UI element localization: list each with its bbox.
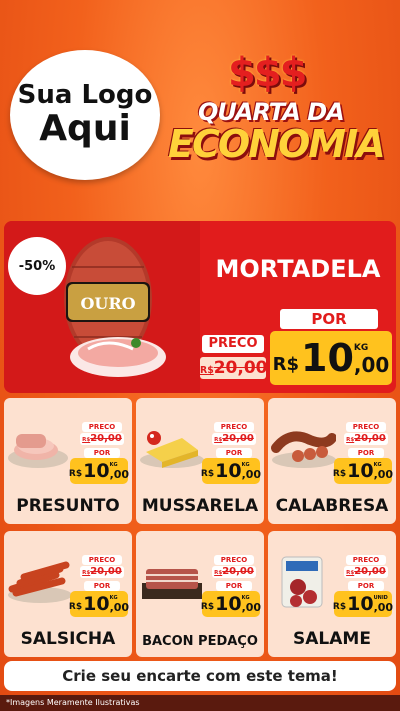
featured-product-card[interactable]: OURO -50% MORTADELA PRECO R$20,00 POR R$…	[4, 221, 396, 393]
old-price: R$20,00	[212, 433, 256, 445]
currency-symbol: R$	[332, 602, 347, 612]
product-name: SALAME	[293, 629, 371, 649]
price-decimal: ,00	[109, 601, 130, 614]
por-label: POR	[84, 581, 120, 591]
preco-label: PRECO	[82, 555, 122, 565]
featured-product-name: MORTADELA	[215, 255, 381, 283]
cta-banner[interactable]: Crie seu encarte com este tema!	[4, 661, 396, 691]
por-label: POR	[216, 581, 252, 591]
salami-icon	[281, 556, 323, 608]
price-decimal: ,00	[241, 601, 262, 614]
currency-symbol: R$	[68, 602, 83, 612]
price-decimal: ,00	[241, 468, 262, 481]
price-decimal: ,00	[373, 601, 394, 614]
logo-text-line2: Aqui	[39, 107, 131, 149]
product-name: SALSICHA	[20, 629, 116, 649]
price-decimal: ,00	[373, 468, 394, 481]
new-price-tag: R$ 10 KG ,00	[68, 591, 130, 617]
product-card[interactable]: PRECO R$20,00 POR R$ 10 KG ,00 SALSICHA	[4, 531, 132, 657]
bacon-icon	[142, 569, 202, 599]
new-price-tag: R$ 10 KG ,00	[332, 458, 394, 484]
price-integer: 10	[83, 593, 110, 615]
product-card[interactable]: PRECO R$20,00 POR R$ 10 KG ,00 CALABRESA	[268, 398, 396, 524]
dollar-signs: $$$	[228, 50, 307, 96]
logo-placeholder: Sua Logo Aqui	[10, 50, 160, 180]
currency-symbol: R$	[68, 469, 83, 479]
price-decimal: ,00	[353, 353, 390, 377]
new-price-tag: R$ 10 KG ,00	[200, 591, 262, 617]
brand-label: OURO	[80, 294, 135, 313]
por-label: POR	[216, 448, 252, 458]
old-price: R$20,00	[80, 566, 124, 578]
logo-text-line1: Sua Logo	[17, 80, 153, 111]
mortadela-icon: OURO	[64, 237, 166, 377]
product-card[interactable]: PRECO R$20,00 POR R$ 10 KG ,00 MUSSARELA	[136, 398, 264, 524]
preco-label: PRECO	[202, 335, 264, 353]
price-decimal: ,00	[109, 468, 130, 481]
ham-slices-icon	[8, 434, 68, 468]
product-card[interactable]: PRECO R$20,00 POR R$ 10 KG ,00 PRESUNTO	[4, 398, 132, 524]
product-card[interactable]: PRECO R$20,00 POR R$ 10 KG ,00 BACON PED…	[136, 531, 264, 657]
old-price: R$20,00	[344, 566, 388, 578]
currency-symbol: R$	[332, 469, 347, 479]
price-integer: 10	[347, 593, 374, 615]
price-integer: 10	[347, 460, 374, 482]
por-label: POR	[84, 448, 120, 458]
por-label: POR	[348, 448, 384, 458]
product-name: MUSSARELA	[141, 496, 259, 516]
product-name: BACON PEDAÇO	[142, 634, 258, 649]
cheese-icon	[140, 431, 204, 468]
promo-title: $$$ QUARTA DA ECONOMIA	[168, 40, 396, 190]
hotdog-icon	[8, 561, 72, 603]
new-price-tag: R$ 10 KG ,00	[270, 331, 392, 385]
por-label: POR	[348, 581, 384, 591]
price-integer: 10	[83, 460, 110, 482]
product-name: PRESUNTO	[16, 496, 120, 516]
preco-label: PRECO	[214, 422, 254, 432]
preco-label: PRECO	[214, 555, 254, 565]
currency-symbol: R$	[200, 602, 215, 612]
disclaimer: *Imagens Meramente Ilustrativas	[0, 695, 400, 711]
product-card[interactable]: PRECO R$20,00 POR R$ 10 UNID ,00 SALAME	[268, 531, 396, 657]
old-price: R$20,00	[80, 433, 124, 445]
price-integer: 10	[215, 460, 242, 482]
currency-symbol: R$	[200, 469, 215, 479]
preco-label: PRECO	[346, 555, 386, 565]
sausage-icon	[271, 431, 336, 468]
new-price-tag: R$ 10 KG ,00	[68, 458, 130, 484]
product-name: CALABRESA	[275, 496, 389, 516]
old-price: R$20,00	[200, 357, 268, 379]
price-integer: 10	[301, 336, 354, 380]
old-price: R$20,00	[344, 433, 388, 445]
currency-symbol: R$	[272, 354, 300, 375]
new-price-tag: R$ 10 KG ,00	[200, 458, 262, 484]
price-integer: 10	[215, 593, 242, 615]
price-unit: KG	[353, 343, 369, 353]
title-line2: ECONOMIA	[168, 122, 386, 166]
por-label: POR	[280, 309, 378, 329]
new-price-tag: R$ 10 UNID ,00	[332, 591, 394, 617]
preco-label: PRECO	[82, 422, 122, 432]
discount-badge: -50%	[8, 237, 66, 295]
preco-label: PRECO	[346, 422, 386, 432]
old-price: R$20,00	[212, 566, 256, 578]
